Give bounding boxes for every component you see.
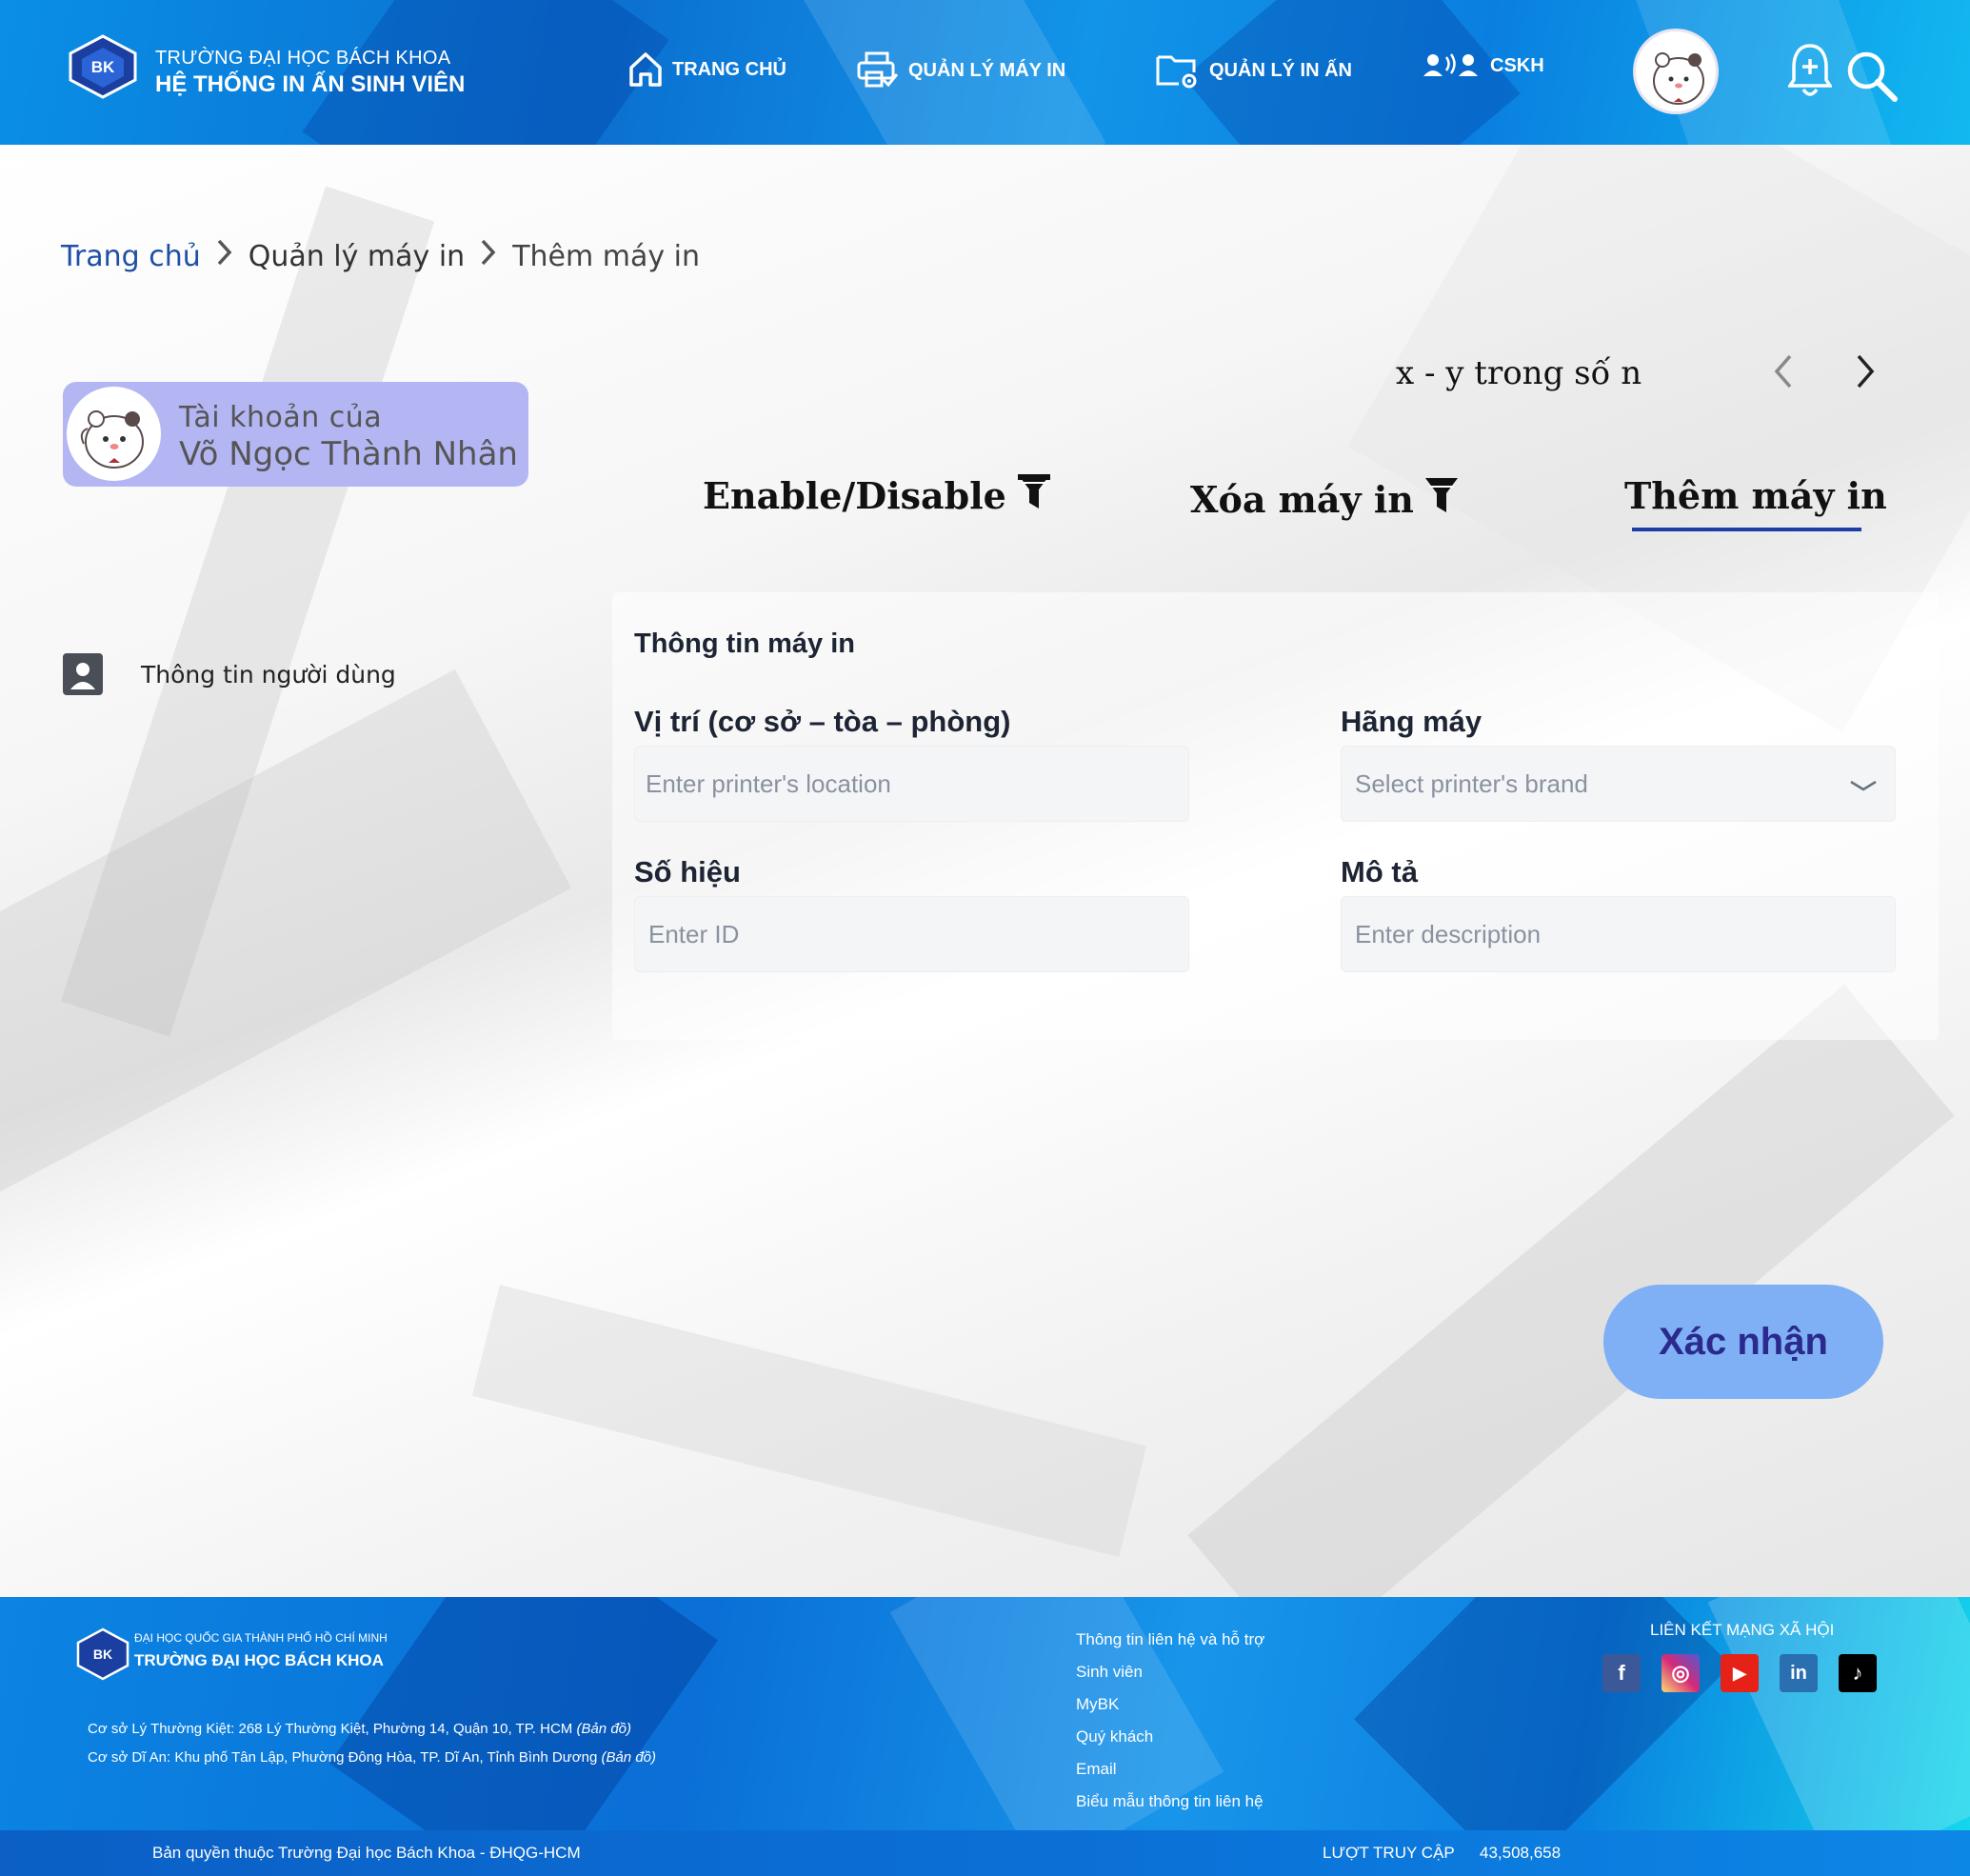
logo-text: BK (91, 58, 115, 76)
footer-link-contact-form[interactable]: Biểu mẫu thông tin liên hệ (1076, 1786, 1264, 1818)
pagination-info: x - y trong số n (1396, 354, 1642, 392)
footer-bk-logo[interactable]: BK (76, 1627, 129, 1681)
nav-printer-management[interactable]: QUẢN LÝ MÁY IN (857, 51, 1065, 90)
footer-address-2: Cơ sở Dĩ An: Khu phố Tân Lập, Phường Đôn… (88, 1749, 656, 1766)
printer-check-icon (857, 51, 899, 90)
folder-gear-icon (1156, 51, 1200, 90)
chevron-left-icon[interactable] (1771, 352, 1796, 394)
location-input[interactable]: Enter printer's location (634, 746, 1189, 822)
user-avatar[interactable] (1633, 29, 1719, 114)
id-input[interactable]: Enter ID (634, 896, 1189, 972)
footer-university-line2: TRƯỜNG ĐẠI HỌC BÁCH KHOA (134, 1651, 384, 1669)
chevron-down-icon (1849, 769, 1878, 799)
footer-link-mybk[interactable]: MyBK (1076, 1688, 1264, 1721)
copyright-bar: Bản quyền thuộc Trường Đại học Bách Khoa… (0, 1830, 1970, 1876)
visits-label: LƯỢT TRUY CẬP (1323, 1844, 1455, 1862)
brand-label: Hãng máy (1341, 705, 1482, 738)
tiktok-icon[interactable]: ♪ (1839, 1654, 1877, 1692)
visits-count: 43,508,658 (1480, 1844, 1562, 1862)
id-placeholder: Enter ID (648, 919, 740, 948)
social-title: LIÊN KẾT MẠNG XÃ HỘI (1650, 1621, 1835, 1639)
footer-link-guests[interactable]: Quý khách (1076, 1721, 1264, 1753)
description-label: Mô tả (1341, 855, 1418, 888)
brand-placeholder: Select printer's brand (1355, 768, 1588, 798)
notification-bell-icon[interactable] (1786, 42, 1834, 105)
nav-home-label: TRANG CHỦ (672, 58, 786, 80)
youtube-icon[interactable]: ▶ (1721, 1654, 1759, 1692)
account-name: Võ Ngọc Thành Nhân (179, 435, 518, 473)
brand-line1: TRƯỜNG ĐẠI HỌC BÁCH KHOA (155, 48, 451, 69)
id-label: Số hiệu (634, 855, 741, 888)
account-card[interactable]: Tài khoản của Võ Ngọc Thành Nhân (63, 382, 528, 487)
tab-add-printer[interactable]: Thêm máy in (1624, 474, 1887, 517)
description-placeholder: Enter description (1355, 919, 1542, 948)
top-header: BK TRƯỜNG ĐẠI HỌC BÁCH KHOA HỆ THỐNG IN … (0, 0, 1970, 145)
nav-print-management[interactable]: QUẢN LÝ IN ẤN (1156, 51, 1352, 90)
nav-cskh-label: CSKH (1490, 54, 1544, 76)
breadcrumb-current: Thêm máy in (512, 239, 700, 273)
footer-address-2-map-link[interactable]: (Bản đồ) (601, 1749, 656, 1766)
account-label: Tài khoản của (179, 401, 383, 434)
location-label: Vị trí (cơ sở – tòa – phòng) (634, 705, 1011, 738)
user-card-icon (63, 653, 103, 695)
nav-cskh[interactable]: CSKH (1423, 51, 1544, 80)
brand: TRƯỜNG ĐẠI HỌC BÁCH KHOA HỆ THỐNG IN ẤN … (155, 48, 465, 98)
location-placeholder: Enter printer's location (646, 768, 891, 798)
tab-enable-disable[interactable]: Enable/Disable (703, 470, 1052, 521)
brand-line2: HỆ THỐNG IN ẤN SINH VIÊN (155, 71, 466, 97)
facebook-icon[interactable]: f (1602, 1654, 1641, 1692)
home-icon (628, 51, 663, 88)
social-links: f ◎ ▶ in ♪ (1602, 1654, 1877, 1692)
instagram-icon[interactable]: ◎ (1662, 1654, 1700, 1692)
footer-address-1-map-link[interactable]: (Bản đồ) (576, 1721, 631, 1737)
footer-link-email[interactable]: Email (1076, 1753, 1264, 1786)
footer-university-line1: ĐẠI HỌC QUỐC GIA THÀNH PHỐ HỒ CHÍ MINH (134, 1631, 388, 1645)
chevron-right-icon[interactable] (1853, 352, 1878, 394)
breadcrumb: Trang chủ Quản lý máy in Thêm máy in (61, 238, 700, 274)
breadcrumb-home[interactable]: Trang chủ (61, 240, 201, 273)
support-users-icon (1423, 51, 1481, 80)
filter-icon[interactable] (1016, 470, 1052, 521)
account-avatar (67, 387, 161, 481)
brand-select[interactable]: Select printer's brand (1341, 746, 1896, 822)
description-input[interactable]: Enter description (1341, 896, 1896, 972)
linkedin-icon[interactable]: in (1780, 1654, 1818, 1692)
footer-link-contact[interactable]: Thông tin liên hệ và hỗ trợ (1076, 1624, 1264, 1656)
bk-logo[interactable]: BK (69, 34, 137, 99)
active-tab-indicator (1632, 528, 1861, 531)
footer-logo-text: BK (93, 1646, 112, 1662)
form-title: Thông tin máy in (634, 629, 855, 659)
filter-icon[interactable] (1423, 474, 1460, 525)
nav-printer-label: QUẢN LÝ MÁY IN (908, 59, 1066, 81)
footer-link-students[interactable]: Sinh viên (1076, 1656, 1264, 1688)
tab-enable-disable-label: Enable/Disable (703, 474, 1006, 517)
confirm-button[interactable]: Xác nhận (1603, 1285, 1883, 1399)
sidebar-item-label: Thông tin người dùng (141, 660, 396, 689)
footer: BK ĐẠI HỌC QUỐC GIA THÀNH PHỐ HỒ CHÍ MIN… (0, 1597, 1970, 1830)
search-icon[interactable] (1845, 50, 1899, 107)
sidebar-item-user-info[interactable]: Thông tin người dùng (63, 653, 396, 695)
copyright-text: Bản quyền thuộc Trường Đại học Bách Khoa… (152, 1844, 581, 1862)
nav-home[interactable]: TRANG CHỦ (628, 51, 786, 88)
breadcrumb-printer-management[interactable]: Quản lý máy in (249, 240, 465, 273)
tab-delete-printer[interactable]: Xóa máy in (1190, 474, 1460, 525)
footer-links: Thông tin liên hệ và hỗ trợ Sinh viên My… (1076, 1624, 1264, 1818)
chevron-right-icon (216, 238, 233, 274)
nav-print-label: QUẢN LÝ IN ẤN (1209, 59, 1352, 81)
tab-add-printer-label: Thêm máy in (1624, 474, 1887, 517)
chevron-right-icon (480, 238, 497, 274)
footer-address-2-text: Cơ sở Dĩ An: Khu phố Tân Lập, Phường Đôn… (88, 1749, 598, 1766)
footer-address-1-text: Cơ sở Lý Thường Kiệt: 268 Lý Thường Kiệt… (88, 1721, 573, 1737)
footer-address-1: Cơ sở Lý Thường Kiệt: 268 Lý Thường Kiệt… (88, 1721, 631, 1737)
tab-delete-printer-label: Xóa máy in (1190, 478, 1414, 521)
